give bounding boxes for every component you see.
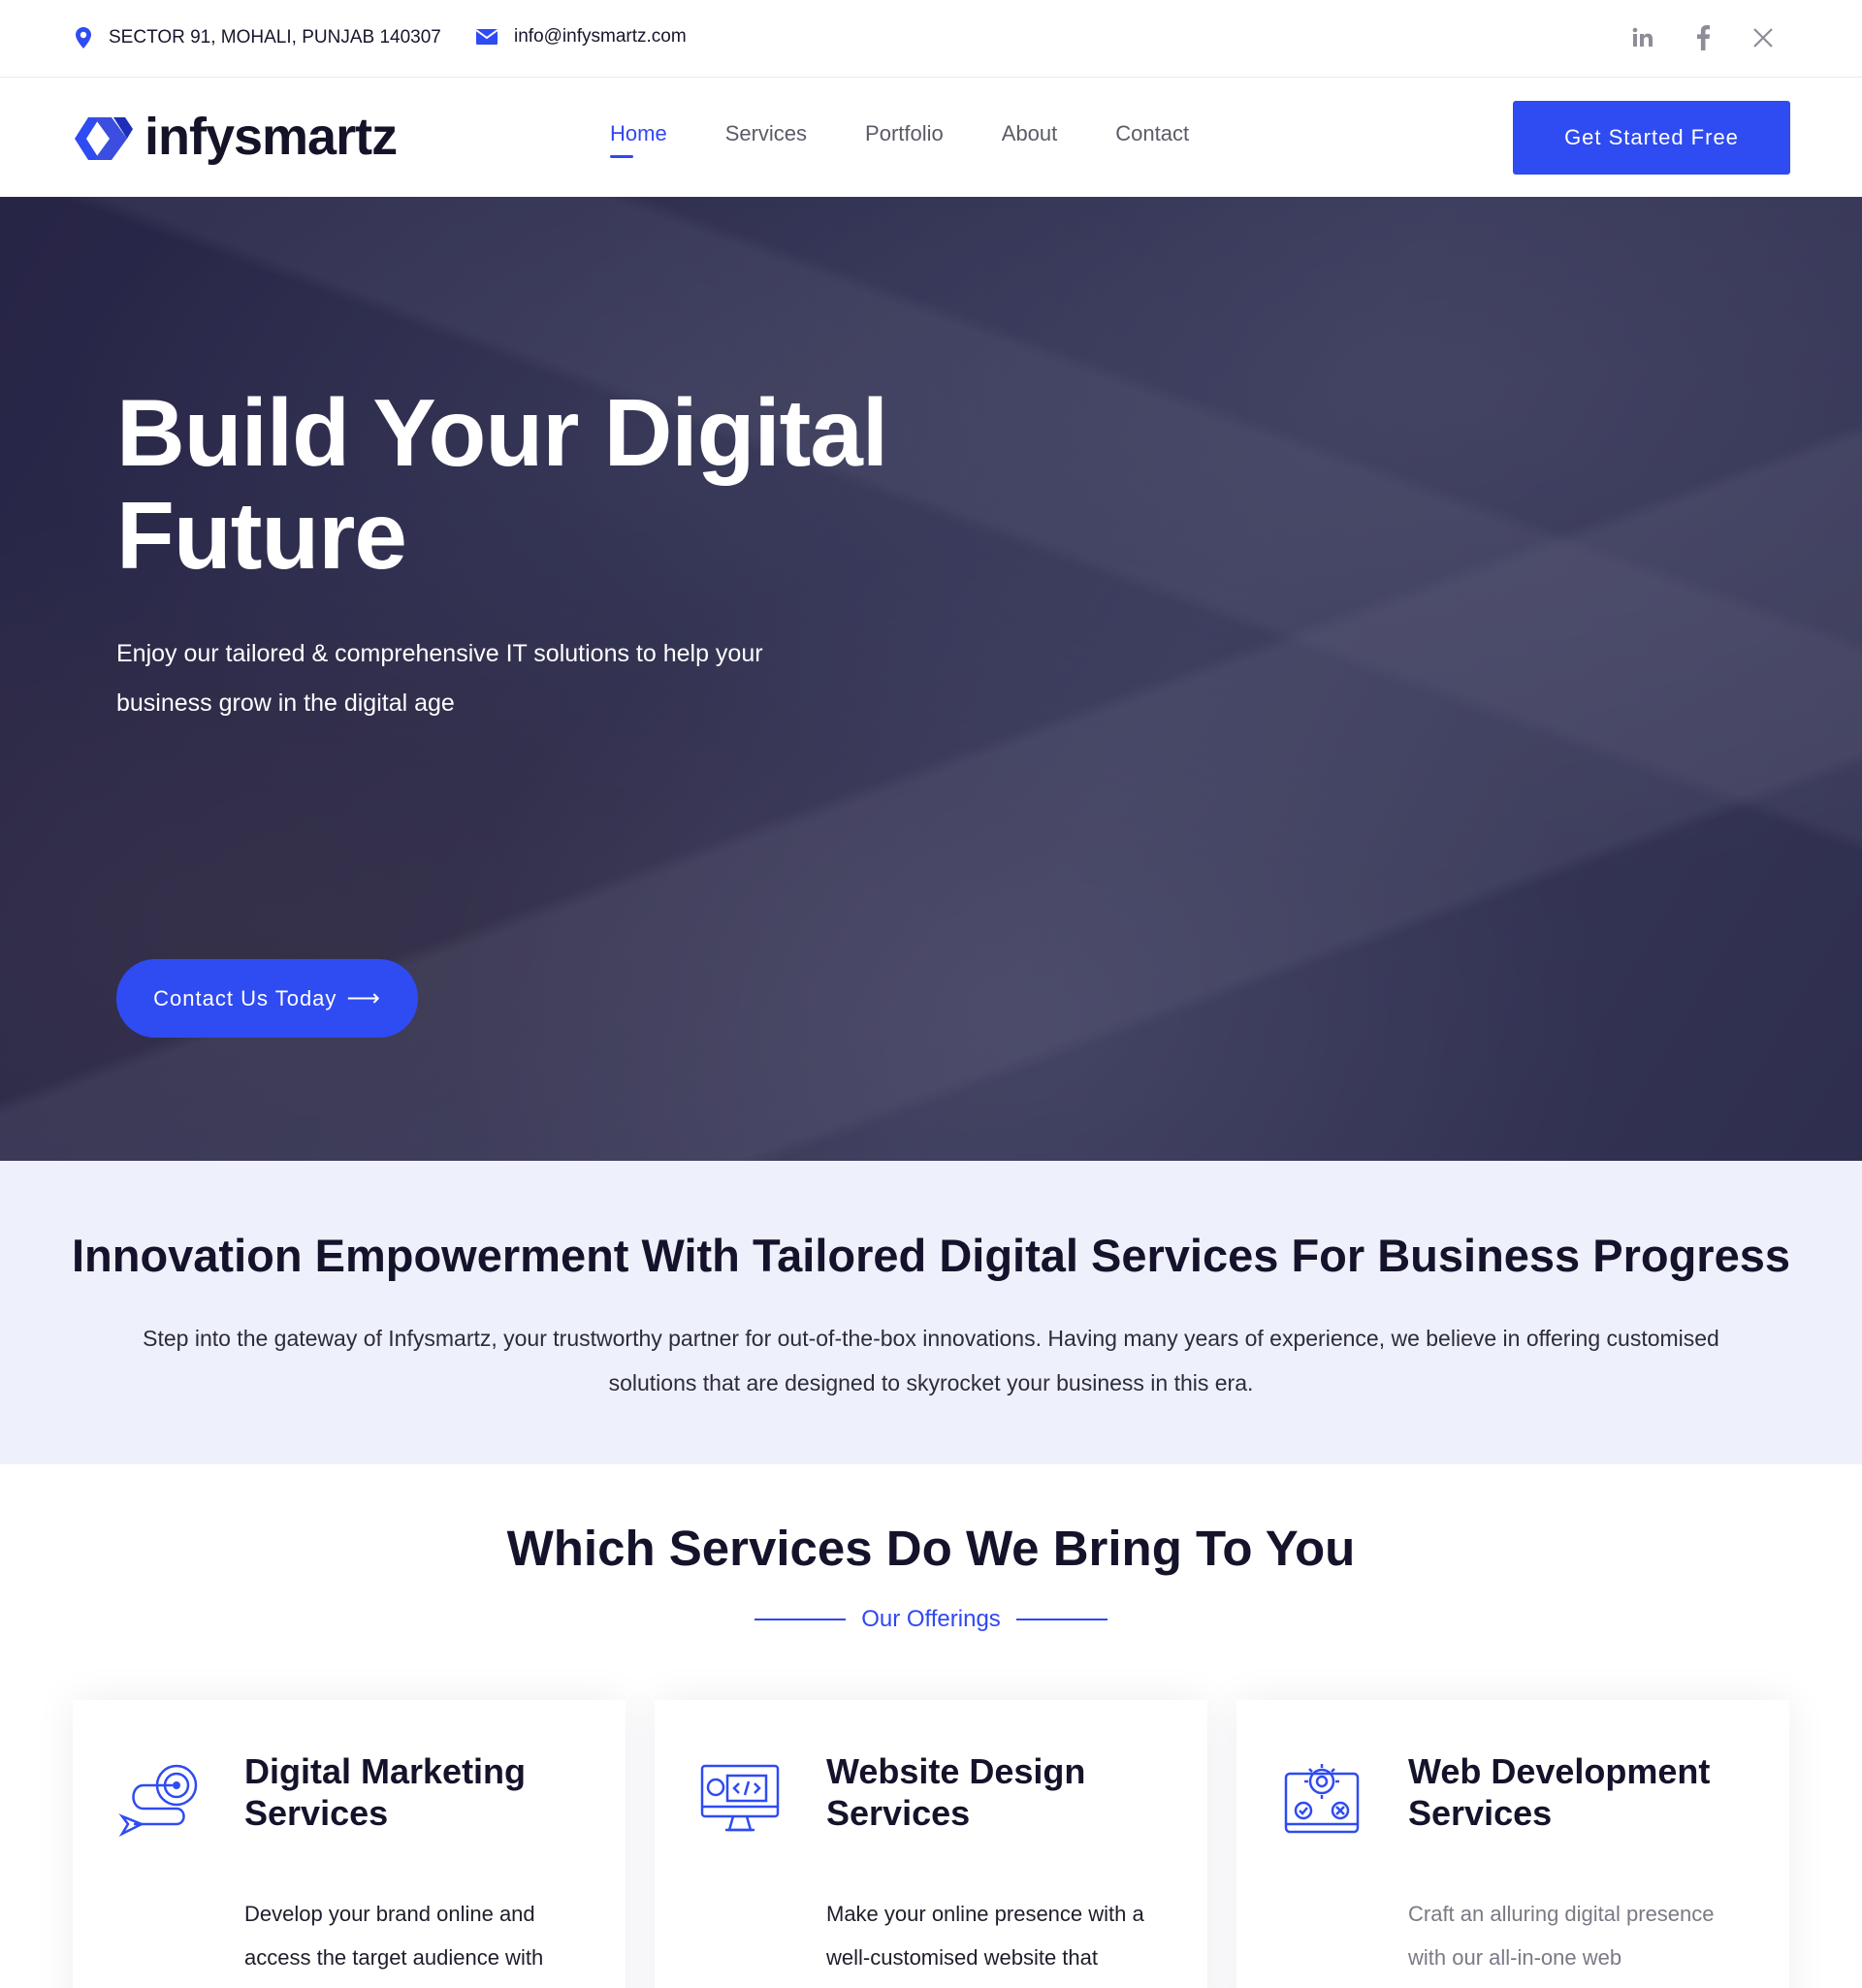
facebook-icon[interactable]: [1689, 21, 1717, 54]
service-card[interactable]: Digital Marketing Services Develop your …: [73, 1700, 626, 1988]
intro-section: Innovation Empowerment With Tailored Dig…: [0, 1161, 1862, 1464]
address-text: SECTOR 91, MOHALI, PUNJAB 140307: [109, 27, 441, 48]
nav-item-contact[interactable]: Contact: [1115, 121, 1189, 146]
get-started-button[interactable]: Get Started Free: [1513, 101, 1790, 175]
hero-subtitle: Enjoy our tailored & comprehensive IT so…: [116, 640, 763, 717]
brand-logo[interactable]: infysmartz: [73, 108, 398, 166]
divider-line: [754, 1619, 847, 1620]
nav-item-services[interactable]: Services: [725, 121, 807, 146]
offerings-label: Our Offerings: [861, 1606, 1001, 1632]
email-text[interactable]: info@infysmartz.com: [514, 26, 687, 48]
nav-item-home[interactable]: Home: [610, 121, 667, 158]
envelope-icon: [475, 29, 498, 45]
service-title: Digital Marketing Services: [244, 1751, 527, 1833]
contact-us-label: Contact Us Today: [153, 985, 337, 1010]
hero-title-line1: Build Your Digital: [116, 379, 888, 486]
linkedin-icon[interactable]: [1629, 21, 1656, 54]
target-arrow-icon: [118, 1764, 198, 1838]
service-description: Craft an alluring digital presence with …: [1408, 1902, 1715, 1970]
location-pin-icon: [76, 27, 91, 48]
nav-item-about[interactable]: About: [1002, 121, 1058, 146]
hero-banner: Build Your Digital Future Enjoy our tail…: [0, 197, 1862, 1161]
divider-line: [1015, 1619, 1108, 1620]
gear-laptop-icon: [1284, 1764, 1360, 1834]
offerings-tag: Our Offerings: [0, 1606, 1862, 1633]
address-info: SECTOR 91, MOHALI, PUNJAB 140307: [74, 26, 441, 49]
service-title: Web Development Services: [1408, 1751, 1711, 1833]
arrow-right-icon: ⟶: [346, 985, 381, 1011]
service-card[interactable]: Web Development Services Craft an alluri…: [1236, 1700, 1789, 1988]
services-heading: Which Services Do We Bring To You: [506, 1521, 1356, 1576]
social-links: [1629, 21, 1777, 54]
service-description: Develop your brand online and access the…: [244, 1902, 544, 1970]
intro-text: Step into the gateway of Infysmartz, you…: [143, 1326, 1719, 1395]
email-info[interactable]: info@infysmartz.com: [475, 26, 687, 48]
site-header: infysmartz Home Services Portfolio About…: [0, 79, 1862, 197]
main-nav: Home Services Portfolio About Contact: [610, 121, 1189, 158]
service-title: Website Design Services: [826, 1751, 1086, 1833]
infysmartz-logo-icon: [75, 117, 133, 160]
services-section: Which Services Do We Bring To You Our Of…: [0, 1464, 1862, 1988]
x-icon[interactable]: [1750, 21, 1777, 54]
nav-item-portfolio[interactable]: Portfolio: [865, 121, 944, 146]
contact-us-button[interactable]: Contact Us Today ⟶: [116, 959, 418, 1038]
intro-heading: Innovation Empowerment With Tailored Dig…: [71, 1230, 1791, 1281]
monitor-code-icon: [700, 1764, 780, 1832]
hero-title: Build Your Digital Future: [116, 381, 989, 587]
logo-text: infysmartz: [144, 108, 398, 166]
hero-content: Build Your Digital Future Enjoy our tail…: [116, 381, 989, 1038]
hero-title-line2: Future: [116, 482, 407, 589]
service-description: Make your online presence with a well-cu…: [826, 1902, 1144, 1970]
top-bar: SECTOR 91, MOHALI, PUNJAB 140307 info@in…: [0, 0, 1862, 78]
service-card[interactable]: Website Design Services Make your online…: [655, 1700, 1207, 1988]
